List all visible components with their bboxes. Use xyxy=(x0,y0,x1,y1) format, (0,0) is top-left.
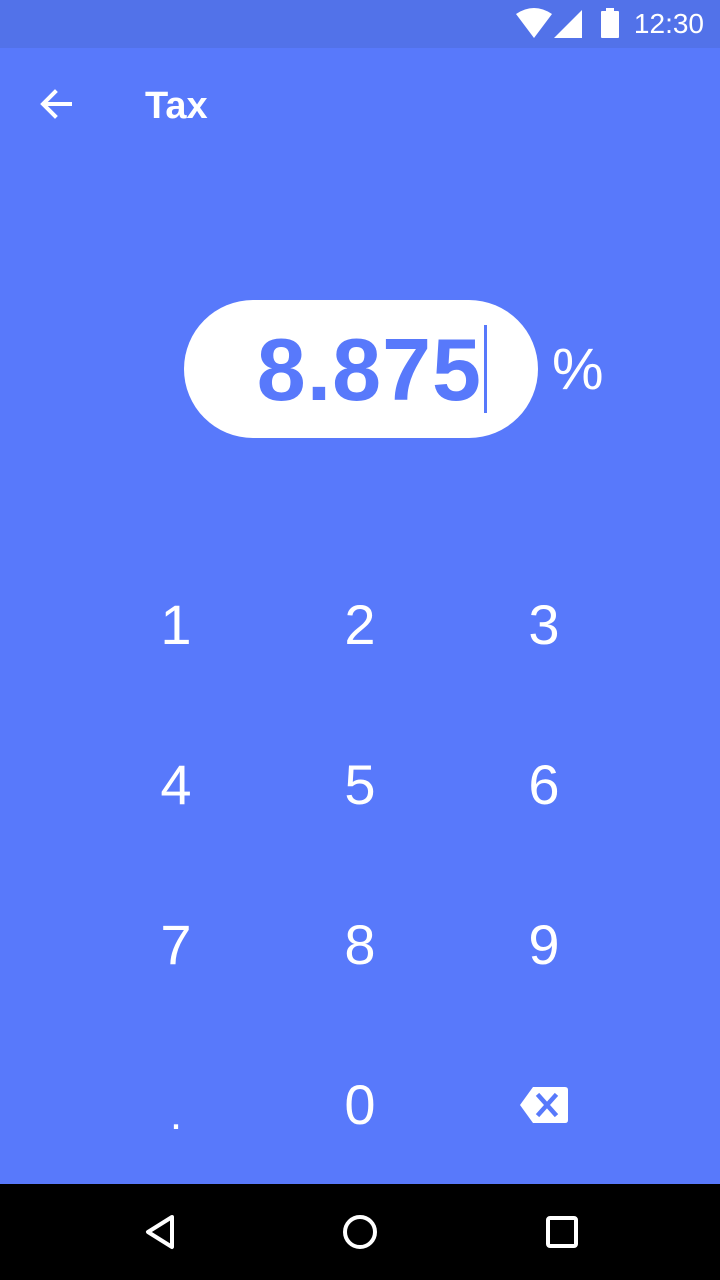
wifi-icon xyxy=(516,8,552,38)
key-6[interactable]: 6 xyxy=(452,705,636,865)
key-0[interactable]: 0 xyxy=(268,1025,452,1185)
percent-unit-label: % xyxy=(552,337,604,402)
number-keypad: 1 2 3 4 5 6 7 8 9 . 0 xyxy=(84,545,636,1185)
arrow-left-icon xyxy=(40,89,72,119)
tax-rate-value: 8.875 xyxy=(256,320,482,419)
key-3[interactable]: 3 xyxy=(452,545,636,705)
text-caret xyxy=(484,325,487,413)
backspace-button[interactable] xyxy=(452,1025,636,1185)
cell-signal-icon xyxy=(554,10,582,38)
page-title: Tax xyxy=(145,85,208,127)
key-4[interactable]: 4 xyxy=(84,705,268,865)
key-9[interactable]: 9 xyxy=(452,865,636,1025)
battery-icon xyxy=(601,8,619,38)
key-1[interactable]: 1 xyxy=(84,545,268,705)
nav-back-button[interactable] xyxy=(130,1202,190,1262)
key-7[interactable]: 7 xyxy=(84,865,268,1025)
key-decimal[interactable]: . xyxy=(84,1025,268,1185)
home-circle-icon xyxy=(343,1215,377,1249)
back-triangle-icon xyxy=(146,1215,174,1249)
key-5[interactable]: 5 xyxy=(268,705,452,865)
key-8[interactable]: 8 xyxy=(268,865,452,1025)
back-button[interactable] xyxy=(24,72,88,136)
recents-square-icon xyxy=(546,1216,578,1248)
status-time: 12:30 xyxy=(633,8,704,39)
key-2[interactable]: 2 xyxy=(268,545,452,705)
backspace-icon xyxy=(520,1087,568,1123)
nav-home-button[interactable] xyxy=(330,1202,390,1262)
app-bar: Tax xyxy=(0,48,720,160)
status-bar: 12:30 xyxy=(0,0,720,48)
decimal-label: . xyxy=(169,1090,183,1139)
nav-recents-button[interactable] xyxy=(532,1202,592,1262)
system-nav-bar xyxy=(0,1184,720,1280)
